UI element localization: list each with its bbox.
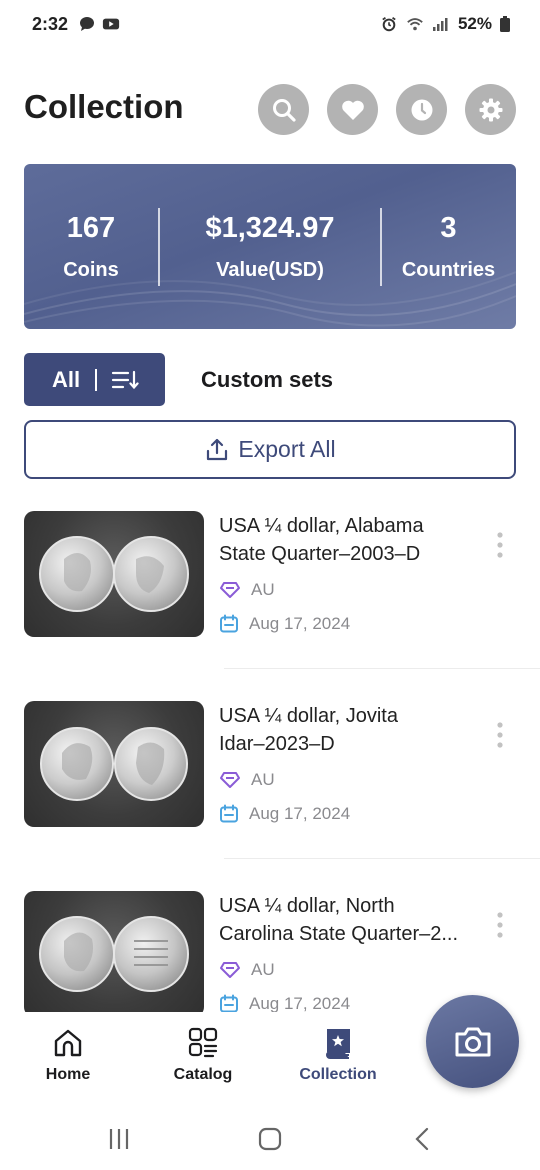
- more-vertical-icon[interactable]: [490, 910, 510, 940]
- coin-title-line2: Carolina State Quarter–2...: [219, 923, 459, 945]
- coin-grade-label: AU: [251, 580, 275, 599]
- coin-photo: [24, 701, 204, 827]
- youtube-icon: [102, 18, 120, 30]
- export-all-label: Export All: [238, 436, 336, 462]
- value-amount: $1,324.97: [205, 212, 335, 244]
- chat-bubble-icon: [80, 17, 94, 31]
- coin-list[interactable]: USA ¼ dollar, Alabama State Quarter–2003…: [0, 500, 540, 1012]
- catalog-icon: [188, 1027, 218, 1058]
- camera-icon: [455, 1027, 490, 1056]
- nav-home[interactable]: Home: [18, 1026, 118, 1084]
- back-icon[interactable]: [410, 1126, 436, 1152]
- signal-icon: [432, 18, 448, 31]
- coin-grade-label: AU: [251, 960, 275, 979]
- settings-button[interactable]: [465, 84, 516, 135]
- collection-icon: [326, 1029, 350, 1059]
- coins-stat: 167 Coins: [24, 212, 158, 282]
- coin-date: Aug 17, 2024: [219, 994, 350, 1012]
- battery-icon: [500, 16, 510, 32]
- row-divider: [224, 858, 540, 859]
- home-icon: [54, 1029, 82, 1057]
- heart-icon: [341, 100, 364, 120]
- coin-grade-label: AU: [251, 770, 275, 789]
- nav-collection-label: Collection: [299, 1066, 377, 1083]
- filter-all-button[interactable]: All: [24, 353, 165, 406]
- alarm-icon: [382, 17, 396, 32]
- export-all-button[interactable]: Export All: [24, 420, 516, 479]
- coin-date-label: Aug 17, 2024: [249, 614, 351, 633]
- coin-title-line1: USA ¼ dollar, Jovita: [219, 705, 398, 727]
- upload-icon: [207, 438, 228, 460]
- value-label: Value(USD): [216, 259, 324, 281]
- sort-icon[interactable]: [111, 369, 139, 391]
- coin-date: Aug 17, 2024: [219, 804, 350, 824]
- coin-image: [39, 916, 189, 992]
- nav-home-label: Home: [45, 1066, 91, 1083]
- coin-date-label: Aug 17, 2024: [249, 994, 351, 1012]
- search-button[interactable]: [258, 84, 309, 135]
- coin-grade: AU: [219, 580, 275, 600]
- coin-title-line2: State Quarter–2003–D: [219, 543, 421, 565]
- more-vertical-icon[interactable]: [490, 530, 510, 560]
- gear-icon: [479, 98, 502, 121]
- coins-label: Coins: [63, 259, 119, 281]
- filter-all-label: All: [52, 366, 81, 392]
- status-bar: 2:32 52%: [0, 0, 540, 50]
- nav-catalog-label: Catalog: [173, 1066, 233, 1083]
- diamond-icon: [220, 962, 240, 978]
- wifi-icon: [407, 18, 423, 31]
- coin-date-label: Aug 17, 2024: [249, 804, 351, 823]
- filter-separator: [95, 368, 98, 391]
- countries-stat: 3 Countries: [381, 212, 516, 282]
- countries-count: 3: [440, 212, 457, 244]
- nav-collection[interactable]: Collection: [288, 1026, 388, 1084]
- coin-date: Aug 17, 2024: [219, 614, 350, 634]
- countries-label: Countries: [401, 259, 496, 281]
- favorites-button[interactable]: [327, 84, 378, 135]
- coin-image: [40, 727, 188, 801]
- row-divider: [224, 668, 540, 669]
- status-right: 52%: [380, 14, 510, 34]
- header-actions: [258, 84, 516, 135]
- coin-title-line1: USA ¼ dollar, North: [219, 895, 395, 917]
- collection-summary-card: 167 Coins $1,324.97 Value(USD) 3 Countri…: [24, 164, 516, 329]
- page-title: Collection: [24, 88, 184, 125]
- custom-sets-tab[interactable]: Custom sets: [201, 367, 333, 393]
- recent-apps-icon[interactable]: [106, 1126, 132, 1152]
- history-button[interactable]: [396, 84, 447, 135]
- home-system-icon[interactable]: [257, 1126, 283, 1152]
- coins-count: 167: [66, 212, 116, 244]
- coin-title-line1: USA ¼ dollar, Alabama: [219, 515, 424, 537]
- coin-title: USA ¼ dollar, North Carolina State Quart…: [219, 892, 474, 948]
- coin-photo: [24, 891, 204, 1012]
- list-item[interactable]: USA ¼ dollar, Alabama State Quarter–2003…: [0, 500, 540, 690]
- battery-percent: 52%: [457, 14, 492, 33]
- camera-scan-button[interactable]: [426, 995, 519, 1088]
- list-item[interactable]: USA ¼ dollar, North Carolina State Quart…: [0, 880, 540, 1012]
- coin-title: USA ¼ dollar, Jovita Idar–2023–D: [219, 702, 474, 758]
- more-vertical-icon[interactable]: [490, 720, 510, 750]
- coin-grade: AU: [219, 960, 275, 980]
- coin-photo: [24, 511, 204, 637]
- status-time: 2:32: [32, 14, 69, 34]
- value-stat: $1,324.97 Value(USD): [159, 212, 381, 282]
- coin-grade: AU: [219, 770, 275, 790]
- calendar-icon: [220, 614, 238, 633]
- search-icon: [272, 98, 296, 122]
- calendar-icon: [220, 994, 238, 1012]
- nav-catalog[interactable]: Catalog: [153, 1026, 253, 1084]
- clock-icon: [411, 99, 432, 120]
- calendar-icon: [220, 804, 238, 823]
- coin-title-line2: Idar–2023–D: [219, 733, 335, 755]
- diamond-icon: [220, 582, 240, 598]
- status-notifications: [78, 16, 120, 32]
- diamond-icon: [220, 772, 240, 788]
- coin-image: [39, 536, 189, 612]
- coin-title: USA ¼ dollar, Alabama State Quarter–2003…: [219, 512, 474, 568]
- list-item[interactable]: USA ¼ dollar, Jovita Idar–2023–D AU Aug …: [0, 690, 540, 880]
- system-navigation-bar: [0, 1110, 540, 1170]
